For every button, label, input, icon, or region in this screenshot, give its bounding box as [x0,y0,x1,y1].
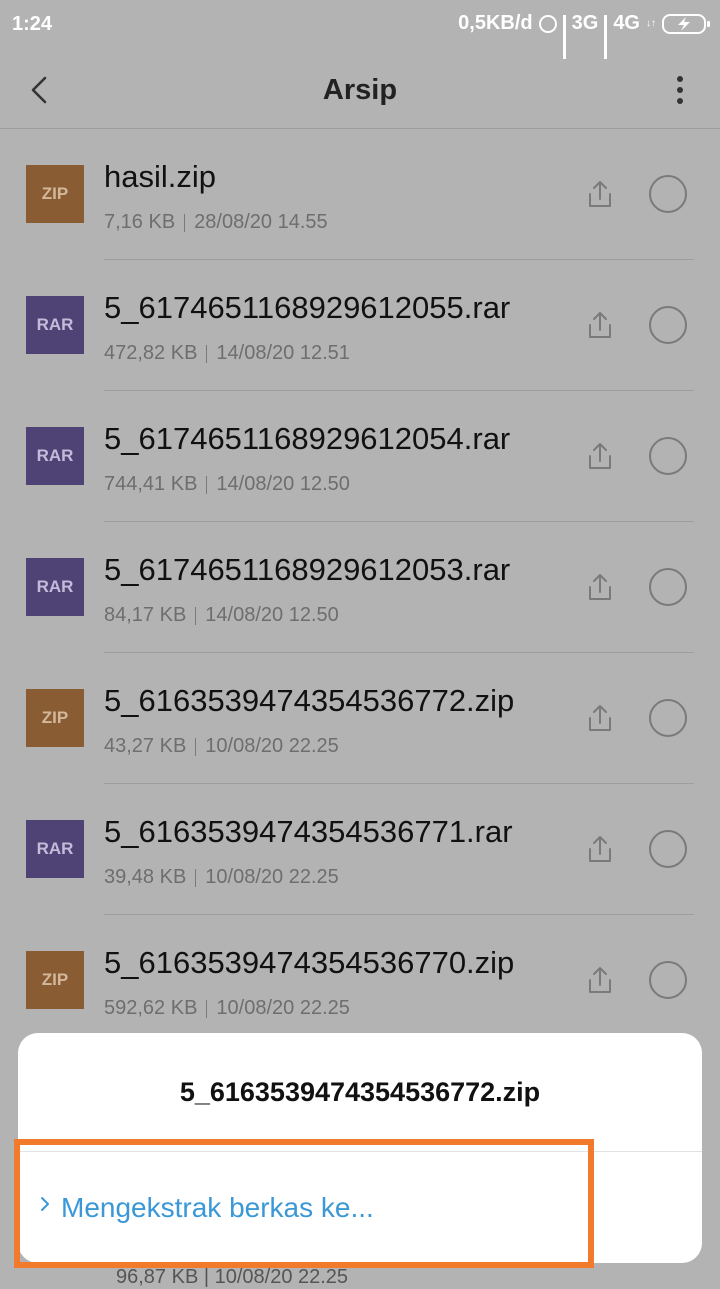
file-meta: 7,16 KB 28/08/20 14.55 [104,211,328,234]
file-size: 43,27 KB [104,735,187,757]
meta-separator [206,344,208,363]
file-date: 28/08/20 14.55 [194,211,328,233]
file-meta: 43,27 KB 10/08/20 22.25 [104,735,339,758]
file-size: 472,82 KB [104,342,198,364]
meta-separator [184,213,186,232]
meta-separator [195,868,197,887]
share-icon[interactable] [583,963,617,997]
rar-file-icon: RAR [26,296,84,354]
file-meta: 39,48 KB 10/08/20 22.25 [104,866,339,889]
select-checkbox[interactable] [649,961,687,999]
signal-icon [562,14,566,59]
file-meta: 84,17 KB 14/08/20 12.50 [104,604,339,627]
file-name: 5_6163539474354536772.zip [104,683,515,718]
status-icons: 0,5KB/d 3G 4G ↓↑ [458,12,710,59]
file-row[interactable]: RAR 5_6174651168929612055.rar 472,82 KB 1… [0,260,720,391]
file-name: 5_6163539474354536770.zip [104,945,515,980]
network-type-2: 4G [613,12,640,34]
file-name: 5_6163539474354536771.rar [104,814,513,849]
file-name: hasil.zip [104,159,216,194]
file-size: 84,17 KB [104,604,187,626]
status-bar: 1:24 0,5KB/d 3G 4G ↓↑ [0,0,720,59]
file-name: 5_6174651168929612053.rar [104,552,511,587]
sheet-title: 5_6163539474354536772.zip [179,1077,541,1107]
file-date: 10/08/20 22.25 [205,866,339,888]
meta-separator [195,737,197,756]
file-row[interactable]: ZIP 5_6163539474354536772.zip 43,27 KB 10… [0,653,720,784]
select-checkbox[interactable] [649,830,687,868]
file-meta: 744,41 KB 14/08/20 12.50 [104,473,350,496]
zip-file-icon: ZIP [26,951,84,1009]
file-row[interactable]: RAR 5_6163539474354536771.rar 39,48 KB 10… [0,784,720,915]
file-size: 592,62 KB [104,997,198,1019]
share-icon[interactable] [583,439,617,473]
network-speed: 0,5KB/d [458,12,533,34]
select-checkbox[interactable] [649,568,687,606]
select-checkbox[interactable] [649,699,687,737]
more-options-icon[interactable] [676,76,684,106]
file-date: 10/08/20 22.25 [205,735,339,757]
select-checkbox[interactable] [649,437,687,475]
share-icon[interactable] [583,177,617,211]
file-list: ZIP hasil.zip 7,16 KB 28/08/20 14.55 RAR … [0,129,720,1046]
file-size: 7,16 KB [104,211,176,233]
battery-charging-icon [662,13,710,34]
page-title: Arsip [322,74,398,106]
status-time: 1:24 [12,13,53,35]
share-icon[interactable] [583,701,617,735]
file-name: 5_6174651168929612054.rar [104,421,511,456]
file-name: 5_6174651168929612055.rar [104,290,511,325]
file-meta: 592,62 KB 10/08/20 22.25 [104,997,350,1020]
signal-icon-2 [604,14,608,59]
file-row[interactable]: ZIP hasil.zip 7,16 KB 28/08/20 14.55 [0,129,720,260]
file-row[interactable]: RAR 5_6174651168929612053.rar 84,17 KB 14… [0,522,720,653]
meta-separator [195,606,197,625]
rar-file-icon: RAR [26,820,84,878]
app-bar: Arsip [0,52,720,129]
zip-file-icon: ZIP [26,165,84,223]
highlight-annotation [14,1139,594,1268]
network-type-1: 3G [571,12,599,34]
share-icon[interactable] [583,570,617,604]
zip-file-icon: ZIP [26,689,84,747]
file-date: 14/08/20 12.50 [216,473,350,495]
meta-separator [206,475,208,494]
file-date: 14/08/20 12.51 [216,342,350,364]
share-icon[interactable] [583,832,617,866]
file-meta: 472,82 KB 14/08/20 12.51 [104,342,350,365]
share-icon[interactable] [583,308,617,342]
file-size: 744,41 KB [104,473,198,495]
meta-separator [206,999,208,1018]
rar-file-icon: RAR [26,427,84,485]
select-checkbox[interactable] [649,175,687,213]
alarm-icon [538,14,557,33]
file-row[interactable]: RAR 5_6174651168929612054.rar 744,41 KB 1… [0,391,720,522]
rar-file-icon: RAR [26,558,84,616]
file-date: 10/08/20 22.25 [216,997,350,1019]
file-size: 39,48 KB [104,866,187,888]
data-activity-indicator: ↓↑ [646,18,656,29]
file-row[interactable]: ZIP 5_6163539474354536770.zip 592,62 KB 1… [0,915,720,1046]
select-checkbox[interactable] [649,306,687,344]
file-date: 14/08/20 12.50 [205,604,339,626]
hidden-row-meta: 96,87 KB | 10/08/20 22.25 [116,1266,349,1288]
